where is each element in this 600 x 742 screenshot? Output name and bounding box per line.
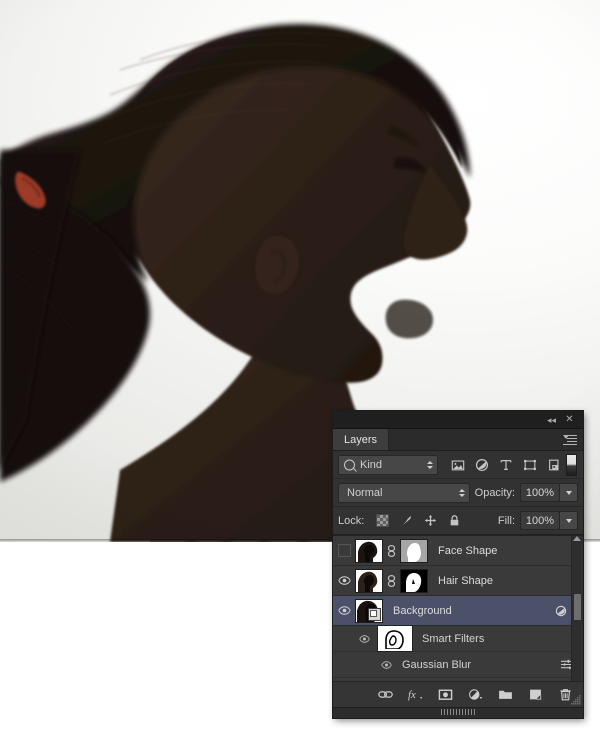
filter-kind-select[interactable]: Kind xyxy=(338,454,438,475)
panel-tab-row: Layers xyxy=(333,429,583,451)
layer-style-fx-icon[interactable]: fx xyxy=(408,687,423,702)
blend-mode-select[interactable]: Normal xyxy=(338,482,470,503)
tab-layers-label: Layers xyxy=(344,433,378,446)
layer-row-face-shape[interactable]: Face Shape xyxy=(333,536,583,566)
resize-grip-icon[interactable] xyxy=(571,695,581,705)
app-screenshot: ◂◂ ✕ Layers Kind Normal Opacity: 100% Lo… xyxy=(0,0,600,742)
filter-enable-toggle[interactable] xyxy=(565,453,577,476)
eye-icon[interactable] xyxy=(359,634,370,643)
tab-layers[interactable]: Layers xyxy=(333,429,390,450)
filter-row: Kind xyxy=(333,451,583,479)
new-layer-icon[interactable] xyxy=(528,687,543,702)
new-group-icon[interactable] xyxy=(498,687,513,702)
filter-icon-group xyxy=(451,458,561,472)
panel-status-bar xyxy=(333,707,583,718)
collapse-double-arrow-icon[interactable]: ◂◂ xyxy=(545,414,558,426)
scroll-up-arrow-icon[interactable] xyxy=(573,536,581,541)
fill-dropdown-arrow[interactable] xyxy=(560,511,578,530)
lock-icon-group xyxy=(376,514,461,527)
opacity-dropdown-arrow[interactable] xyxy=(560,483,578,502)
layer-thumbnails-hair-shape xyxy=(355,568,428,593)
shape-layer-filter-icon[interactable] xyxy=(523,458,537,472)
layer-visibility-toggle-face-shape[interactable] xyxy=(333,544,355,557)
vertical-scrollbar[interactable] xyxy=(571,536,583,681)
panel-titlebar: ◂◂ ✕ xyxy=(333,411,583,429)
eye-icon[interactable] xyxy=(381,660,392,669)
link-icon[interactable] xyxy=(387,574,396,587)
panel-footer-toolbar: fx xyxy=(333,681,583,707)
layer-thumbnail[interactable] xyxy=(355,568,383,593)
smart-filters-row[interactable]: Smart Filters xyxy=(333,626,583,652)
smart-filter-mask-thumbnail[interactable] xyxy=(378,626,412,651)
layer-row-hair-shape[interactable]: Hair Shape xyxy=(333,566,583,596)
opacity-input[interactable]: 100% xyxy=(520,483,560,502)
eye-icon xyxy=(337,576,351,585)
tab-row-filler xyxy=(389,429,583,450)
search-icon xyxy=(344,459,355,470)
lock-image-pixels-icon[interactable] xyxy=(400,514,413,527)
pixel-layer-filter-icon[interactable] xyxy=(451,458,465,472)
smart-filter-name: Gaussian Blur xyxy=(402,658,472,671)
layer-visibility-toggle-hair-shape[interactable] xyxy=(333,576,355,585)
smart-object-filter-icon[interactable] xyxy=(547,458,561,472)
fill-input[interactable]: 100% xyxy=(520,511,560,530)
blend-mode-row: Normal Opacity: 100% xyxy=(333,479,583,507)
smart-filters-label: Smart Filters xyxy=(422,632,485,645)
layer-thumbnail[interactable] xyxy=(355,598,383,623)
filter-kind-label: Kind xyxy=(360,458,383,471)
link-icon[interactable] xyxy=(387,544,396,557)
opacity-label: Opacity: xyxy=(474,486,515,499)
lock-all-icon[interactable] xyxy=(448,514,461,527)
type-layer-filter-icon[interactable] xyxy=(499,458,513,472)
fill-label: Fill: xyxy=(497,514,515,527)
layer-name: Hair Shape xyxy=(438,574,494,587)
lock-label: Lock: xyxy=(338,514,365,527)
lock-position-icon[interactable] xyxy=(424,514,437,527)
layer-thumbnail[interactable] xyxy=(355,538,383,563)
smart-object-badge-icon xyxy=(368,607,381,621)
layer-mask-thumbnail[interactable] xyxy=(400,538,428,563)
smart-filter-indicator-icon[interactable] xyxy=(555,605,569,617)
layer-list[interactable]: Face Shape Hair Shape Background Smart F… xyxy=(333,535,583,681)
panel-menu-icon[interactable] xyxy=(563,433,577,445)
adjustment-layer-filter-icon[interactable] xyxy=(475,458,489,472)
svg-text:fx: fx xyxy=(408,689,416,701)
panel-drag-handle[interactable] xyxy=(441,709,475,715)
layer-name: Face Shape xyxy=(438,544,498,557)
eye-icon-off xyxy=(337,544,351,557)
blend-mode-value: Normal xyxy=(347,486,383,499)
add-layer-mask-icon[interactable] xyxy=(438,687,453,702)
eye-icon xyxy=(337,606,351,615)
lock-transparent-pixels-icon[interactable] xyxy=(376,514,390,527)
layer-name: Background xyxy=(393,604,452,617)
layer-row-background[interactable]: Background xyxy=(333,596,583,626)
layer-mask-thumbnail[interactable] xyxy=(400,568,428,593)
scrollbar-thumb[interactable] xyxy=(574,594,581,620)
layer-visibility-toggle-background[interactable] xyxy=(333,606,355,615)
lock-row: Lock: Fill: 100% xyxy=(333,507,583,535)
new-adjustment-layer-icon[interactable] xyxy=(468,687,483,702)
layers-panel: ◂◂ ✕ Layers Kind Normal Opacity: 100% Lo… xyxy=(333,411,583,718)
smart-filter-row-gaussian-blur[interactable]: Gaussian Blur xyxy=(333,652,583,678)
layer-thumbnails-face-shape xyxy=(355,538,428,563)
layer-thumbnails-background xyxy=(355,598,383,623)
panel-controls: Kind Normal Opacity: 100% Lock: Fill: 10… xyxy=(333,451,583,535)
link-layers-icon[interactable] xyxy=(378,687,393,702)
close-icon[interactable]: ✕ xyxy=(563,414,576,426)
